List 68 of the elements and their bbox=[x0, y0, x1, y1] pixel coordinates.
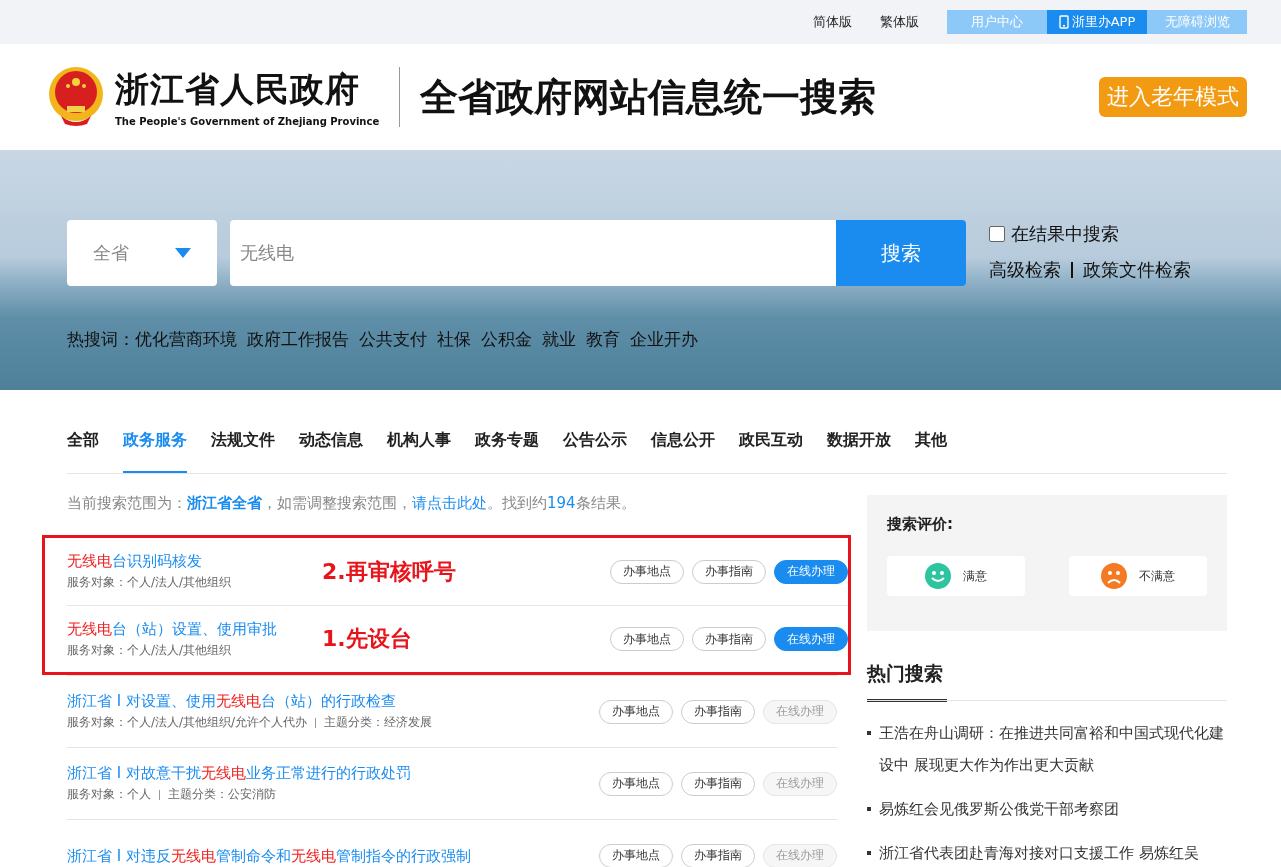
scope-dropdown[interactable]: 全省 bbox=[67, 220, 217, 286]
result-title-link[interactable]: 浙江省 I 对故意干扰无线电业务正常进行的行政处罚 bbox=[67, 764, 411, 782]
change-scope-link[interactable]: 请点击此处 bbox=[412, 494, 487, 512]
hot-search-link[interactable]: 王浩在舟山调研：在推进共同富裕和中国式现代化建设中 展现更大作为作出更大贡献 bbox=[879, 717, 1227, 781]
result-meta: 服务对象：个人/法人/其他组织 bbox=[67, 641, 232, 659]
service-guide-button[interactable]: 办事指南 bbox=[681, 699, 755, 724]
service-guide-button[interactable]: 办事指南 bbox=[692, 627, 766, 651]
hot-word-link[interactable]: 政府工作报告 bbox=[247, 328, 349, 351]
hot-search-link[interactable]: 易炼红会见俄罗斯公俄党干部考察团 bbox=[879, 793, 1119, 825]
search-option-link[interactable]: 政策文件检索 bbox=[1083, 258, 1191, 282]
rating-button[interactable]: 满意 bbox=[887, 556, 1025, 596]
result-meta: 主题分类：公安消防 bbox=[168, 786, 276, 803]
service-location-button[interactable]: 办事地点 bbox=[599, 699, 673, 724]
category-tab[interactable]: 机构人事 bbox=[387, 430, 451, 473]
result-meta: 服务对象：个人 bbox=[67, 786, 151, 803]
hot-word-link[interactable]: 公积金 bbox=[481, 328, 532, 351]
category-tab[interactable]: 政务专题 bbox=[475, 430, 539, 473]
hot-word-link[interactable]: 公共支付 bbox=[359, 328, 427, 351]
result-meta: 主题分类：经济发展 bbox=[324, 714, 433, 731]
emblem-icon bbox=[47, 66, 105, 128]
category-tab[interactable]: 其他 bbox=[915, 430, 947, 473]
result-title-link[interactable]: 浙江省 I 对设置、使用无线电台（站）的行政检查 bbox=[67, 692, 433, 710]
service-guide-button[interactable]: 办事指南 bbox=[681, 771, 755, 796]
hot-word-link[interactable]: 就业 bbox=[542, 328, 576, 351]
language-link[interactable]: 简体版 bbox=[813, 13, 852, 31]
bullet-icon bbox=[867, 731, 871, 735]
site-name-english: The People's Government of Zhejiang Province bbox=[115, 116, 380, 127]
checkbox[interactable] bbox=[989, 226, 1005, 242]
rating-title: 搜索评价: bbox=[887, 515, 954, 534]
hot-word-link[interactable]: 企业开办 bbox=[630, 328, 698, 351]
search-option-link[interactable]: 高级检索 bbox=[989, 258, 1061, 282]
category-tab[interactable]: 全部 bbox=[67, 430, 99, 473]
bullet-icon bbox=[867, 851, 871, 855]
category-tab[interactable]: 公告公示 bbox=[563, 430, 627, 473]
phone-icon bbox=[1058, 15, 1069, 29]
hot-word-link[interactable]: 社保 bbox=[437, 328, 471, 351]
checkbox-label: 在结果中搜索 bbox=[1011, 222, 1119, 246]
category-tab[interactable]: 法规文件 bbox=[211, 430, 275, 473]
hot-search-link[interactable]: 浙江省代表团赴青海对接对口支援工作 易炼红吴 bbox=[879, 837, 1199, 867]
search-summary: 当前搜索范围为：浙江省全省，如需调整搜索范围，请点击此处。找到约194条结果。 bbox=[67, 494, 637, 513]
service-guide-button[interactable]: 办事指南 bbox=[692, 559, 766, 584]
category-tab[interactable]: 政民互动 bbox=[739, 430, 803, 473]
caret-icon bbox=[175, 248, 191, 258]
result-meta: 服务对象：个人/法人/其他组织 bbox=[67, 574, 232, 591]
result-title-link[interactable]: 无线电台识别码核发 bbox=[67, 552, 232, 570]
category-tab[interactable]: 动态信息 bbox=[299, 430, 363, 473]
service-location-button[interactable]: 办事地点 bbox=[610, 559, 684, 584]
language-link[interactable]: 繁体版 bbox=[880, 13, 919, 31]
annotation-text: 1.先设台 bbox=[322, 625, 412, 653]
service-guide-button[interactable]: 办事指南 bbox=[681, 843, 755, 867]
result-title-link[interactable]: 无线电台（站）设置、使用审批 bbox=[67, 619, 277, 638]
site-name: 浙江省人民政府 bbox=[115, 68, 361, 111]
service-location-button[interactable]: 办事地点 bbox=[599, 771, 673, 796]
result-meta: 服务对象：个人/法人/其他组织/允许个人代办 bbox=[67, 714, 308, 731]
hot-word-link[interactable]: 教育 bbox=[586, 328, 620, 351]
service-location-button[interactable]: 办事地点 bbox=[599, 843, 673, 867]
page-title: 全省政府网站信息统一搜索 bbox=[420, 72, 878, 121]
category-tab[interactable]: 数据开放 bbox=[827, 430, 891, 473]
category-tab[interactable]: 信息公开 bbox=[651, 430, 715, 473]
service-location-button[interactable]: 办事地点 bbox=[610, 627, 684, 651]
result-title-link[interactable]: 浙江省 I 对违反无线电管制命令和无线电管制指令的行政强制 bbox=[67, 846, 471, 865]
rating-button[interactable]: 不满意 bbox=[1069, 556, 1207, 596]
annotation-text: 2.再审核呼号 bbox=[322, 557, 456, 586]
category-tab[interactable]: 政务服务 bbox=[123, 430, 187, 473]
hot-words-label: 热搜词： bbox=[67, 328, 135, 351]
bullet-icon bbox=[867, 807, 871, 811]
hot-word-link[interactable]: 优化营商环境 bbox=[135, 328, 237, 351]
search-field[interactable]: 无线电 bbox=[230, 220, 836, 286]
